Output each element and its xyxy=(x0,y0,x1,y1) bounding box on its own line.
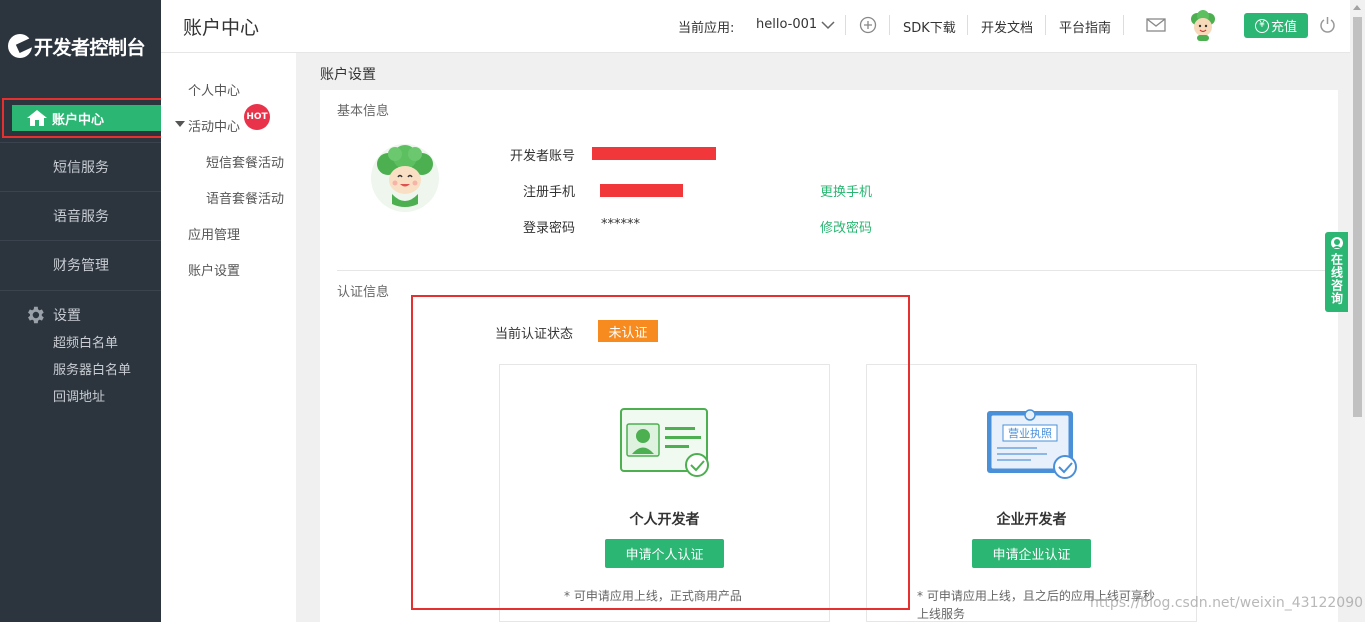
phone-label: 注册手机 xyxy=(523,185,576,200)
enterprise-card-note-line2: 上线服务 xyxy=(917,607,966,621)
logo[interactable]: 开发者控制台 xyxy=(8,31,146,61)
sidebar-item-sms[interactable]: 短信服务 xyxy=(0,142,161,190)
enterprise-developer-card: 营业执照 企业开发者 申请企业认证 * 可申请应用上线，且之后的应用上线可享秒 … xyxy=(866,364,1197,622)
sidebar-link-server-whitelist[interactable]: 服务器白名单 xyxy=(53,359,131,378)
app-selector-value: hello-001 xyxy=(756,17,818,32)
platform-guide-link[interactable]: 平台指南 xyxy=(1059,17,1111,36)
personal-card-title: 个人开发者 xyxy=(629,512,700,528)
avatar[interactable] xyxy=(1187,10,1219,42)
menu-account-settings[interactable]: 账户设置 xyxy=(188,260,240,279)
change-password-link[interactable]: 修改密码 xyxy=(820,217,872,236)
logo-icon xyxy=(8,34,32,58)
auth-info-heading: 认证信息 xyxy=(337,285,390,300)
sidebar-item-finance[interactable]: 财务管理 xyxy=(0,240,161,288)
basic-info-heading: 基本信息 xyxy=(337,104,390,119)
add-icon[interactable] xyxy=(859,16,877,34)
yen-icon: ¥ xyxy=(1254,18,1269,33)
top-header: 账户中心 当前应用: hello-001 SDK下载 开发文档 平台指南 ¥ 充… xyxy=(161,0,1350,53)
apply-personal-auth-button[interactable]: 申请个人认证 xyxy=(605,539,724,568)
scroll-thumb[interactable] xyxy=(1353,17,1362,417)
recharge-label: 充值 xyxy=(1270,20,1297,35)
menu-sms-package[interactable]: 短信套餐活动 xyxy=(206,152,284,171)
caret-down-icon xyxy=(175,121,185,127)
menu-personal-center[interactable]: 个人中心 xyxy=(188,80,240,99)
app-selector[interactable]: hello-001 xyxy=(756,17,835,32)
auth-status-label: 当前认证状态 xyxy=(495,327,574,342)
page-title: 账户中心 xyxy=(183,17,260,39)
dev-docs-link[interactable]: 开发文档 xyxy=(981,17,1033,36)
password-label: 登录密码 xyxy=(523,221,576,236)
menu-activity-center[interactable]: 活动中心 xyxy=(188,116,240,135)
license-text: 营业执照 xyxy=(1008,426,1052,440)
menu-app-management[interactable]: 应用管理 xyxy=(188,224,240,243)
mail-icon[interactable] xyxy=(1146,18,1166,32)
recharge-button[interactable]: ¥ 充值 xyxy=(1244,13,1308,38)
apply-enterprise-auth-button[interactable]: 申请企业认证 xyxy=(972,539,1091,568)
status-badge: 未认证 xyxy=(598,320,658,342)
menu-voice-package[interactable]: 语音套餐活动 xyxy=(206,188,284,207)
personal-developer-card: 个人开发者 申请个人认证 * 可申请应用上线，正式商用产品 xyxy=(499,364,830,622)
home-icon xyxy=(27,110,47,126)
settings-label: 设置 xyxy=(53,308,81,324)
sidebar-item-settings[interactable]: 设置 xyxy=(24,304,81,326)
scroll-up-icon[interactable] xyxy=(1353,5,1361,10)
redacted-phone-value xyxy=(600,184,683,197)
password-value: ****** xyxy=(601,217,640,232)
current-app-label: 当前应用: xyxy=(678,21,735,36)
sidebar: 开发者控制台 账户中心 短信服务 语音服务 财务管理 设置 超频白名单 服务器白… xyxy=(0,0,166,622)
business-license-icon: 营业执照 xyxy=(987,409,1077,479)
content-title: 账户设置 xyxy=(320,67,376,83)
developer-account-label: 开发者账号 xyxy=(510,149,576,164)
sidebar-item-label: 账户中心 xyxy=(52,112,105,128)
sidebar-link-overfreq-whitelist[interactable]: 超频白名单 xyxy=(53,332,118,351)
sdk-download-link[interactable]: SDK下载 xyxy=(903,17,956,36)
power-icon[interactable] xyxy=(1319,16,1336,34)
chevron-down-icon xyxy=(821,20,835,29)
logo-text: 开发者控制台 xyxy=(34,36,146,59)
sidebar-link-callback-url[interactable]: 回调地址 xyxy=(53,386,105,405)
change-phone-link[interactable]: 更换手机 xyxy=(820,181,872,200)
sidebar-item-voice[interactable]: 语音服务 xyxy=(0,191,161,239)
enterprise-card-title: 企业开发者 xyxy=(996,512,1067,528)
hot-badge: HOT xyxy=(244,104,270,130)
profile-avatar xyxy=(371,144,439,212)
gear-icon xyxy=(28,306,44,324)
redacted-account-value xyxy=(592,147,716,160)
id-card-icon xyxy=(620,408,709,477)
headset-icon xyxy=(1330,237,1343,249)
personal-card-note: * 可申请应用上线，正式商用产品 xyxy=(564,589,742,603)
secondary-menu: 个人中心 活动中心 HOT 短信套餐活动 语音套餐活动 应用管理 账户设置 xyxy=(161,53,296,622)
watermark: https://blog.csdn.net/weixin_43122090 xyxy=(1090,595,1364,611)
vertical-scrollbar[interactable] xyxy=(1350,0,1365,622)
online-consult-label: 在线咨询 xyxy=(1329,253,1344,305)
section-divider xyxy=(337,270,1337,271)
online-consult-button[interactable]: 在线咨询 xyxy=(1325,232,1348,312)
sidebar-item-account-center[interactable]: 账户中心 xyxy=(2,98,166,138)
